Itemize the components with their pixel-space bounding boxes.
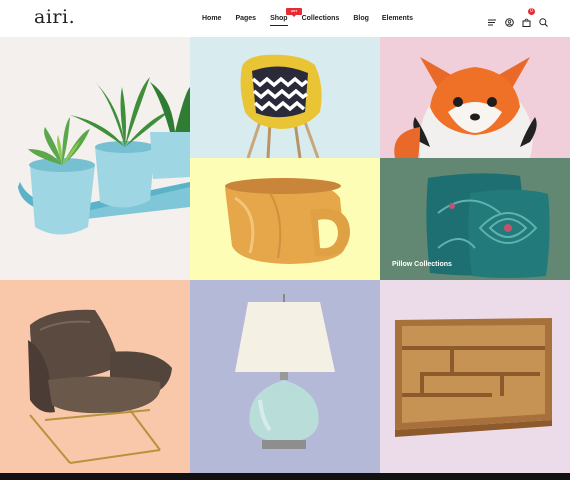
header-icons: 0 [488,8,548,27]
nav-home[interactable]: Home [202,15,221,22]
user-icon[interactable] [505,14,514,27]
site-logo[interactable]: airi. [34,6,75,28]
cart-count-badge: 0 [528,8,535,15]
cart-icon[interactable]: 0 [522,8,535,27]
hot-badge: HOT [286,8,302,17]
nav-blog[interactable]: Blog [353,15,369,22]
nav-elements[interactable]: Elements [382,15,413,22]
product-collage: Pillow Collections [0,37,570,473]
search-icon[interactable] [539,14,548,27]
tile-chair[interactable] [190,37,380,158]
site-header: airi. HOT Home Pages Shop Collections Bl… [0,0,570,37]
tile-plants[interactable] [0,37,190,280]
nav-pages[interactable]: Pages [235,15,256,22]
wooden-cup-image [225,178,350,264]
pillow-collections-label[interactable]: Pillow Collections [392,261,452,268]
tile-shelf[interactable] [380,280,570,473]
armchair-image [28,309,172,464]
nav-collections[interactable]: Collections [302,15,340,22]
fox-plush-image [394,57,537,158]
tile-wooden-cup[interactable] [190,158,380,280]
shelf-image [395,318,552,437]
tile-fox-plush[interactable] [380,37,570,158]
plants-image [18,77,190,235]
main-nav: Home Pages Shop Collections Blog Element… [202,15,413,26]
chair-image [240,54,322,158]
tile-lamp[interactable] [190,280,380,473]
menu-icon[interactable] [488,14,497,26]
footer-bar [0,473,570,480]
tile-armchair[interactable] [0,280,190,473]
nav-shop[interactable]: Shop [270,15,288,26]
tile-pillow[interactable]: Pillow Collections [380,158,570,280]
lamp-image [235,294,335,449]
